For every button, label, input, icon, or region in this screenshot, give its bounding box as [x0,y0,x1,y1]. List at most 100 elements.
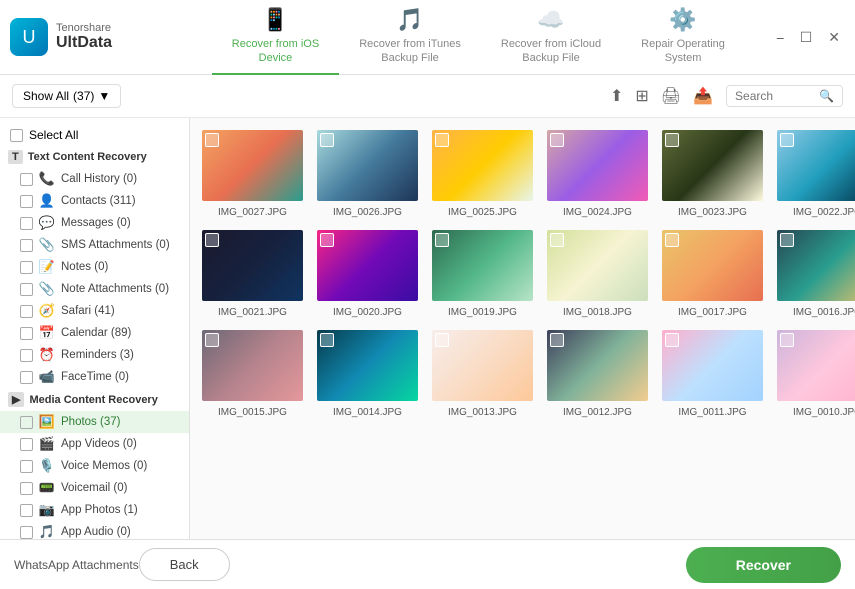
photo-item[interactable]: IMG_0023.JPG [660,128,765,218]
photo-item[interactable]: IMG_0025.JPG [430,128,535,218]
photo-checkbox[interactable] [780,233,794,247]
photo-checkbox[interactable] [550,133,564,147]
photo-checkbox[interactable] [320,133,334,147]
facetime-icon: 📹 [39,369,55,385]
sidebar-item-voice-memos[interactable]: 🎙️ Voice Memos (0) [0,455,189,477]
voicemail-icon: 📟 [39,480,55,496]
search-input[interactable] [735,89,815,103]
tab-recover-ios[interactable]: 📱 Recover from iOSDevice [212,0,339,75]
photo-item[interactable]: IMG_0024.JPG [545,128,650,218]
maximize-button[interactable]: ☐ [795,27,818,48]
photo-item[interactable]: IMG_0016.JPG [775,228,855,318]
item-check-contacts[interactable] [20,195,33,208]
sidebar-item-sms-attachments[interactable]: 📎 SMS Attachments (0) [0,234,189,256]
sidebar-item-facetime[interactable]: 📹 FaceTime (0) [0,366,189,388]
photo-checkbox[interactable] [435,333,449,347]
photo-item[interactable]: IMG_0020.JPG [315,228,420,318]
item-check-call[interactable] [20,173,33,186]
photo-label: IMG_0012.JPG [563,407,632,418]
photo-item[interactable]: IMG_0014.JPG [315,328,420,418]
item-check-voicemail[interactable] [20,482,33,495]
item-label-reminders: Reminders (3) [61,349,179,361]
item-label-photos: Photos (37) [61,416,179,428]
photo-checkbox[interactable] [665,133,679,147]
photo-item[interactable]: IMG_0017.JPG [660,228,765,318]
sidebar-item-app-audio[interactable]: 🎵 App Audio (0) [0,521,189,539]
show-all-button[interactable]: Show All (37) ▼ [12,84,121,108]
sidebar-item-voicemail[interactable]: 📟 Voicemail (0) [0,477,189,499]
item-check-sms[interactable] [20,239,33,252]
sidebar-item-app-videos[interactable]: 🎬 App Videos (0) [0,433,189,455]
item-check-facetime[interactable] [20,371,33,384]
photo-item[interactable]: IMG_0021.JPG [200,228,305,318]
item-check-app-photos[interactable] [20,504,33,517]
item-check-reminders[interactable] [20,349,33,362]
item-check-safari[interactable] [20,305,33,318]
recover-button[interactable]: Recover [686,547,841,583]
minimize-button[interactable]: ⎯ [772,27,789,48]
photo-checkbox[interactable] [665,233,679,247]
photo-checkbox[interactable] [550,233,564,247]
item-check-notes[interactable] [20,261,33,274]
sidebar-item-messages[interactable]: 💬 Messages (0) [0,212,189,234]
photo-thumbnail [315,128,420,203]
item-check-messages[interactable] [20,217,33,230]
photo-item[interactable]: IMG_0010.JPG [775,328,855,418]
print-button[interactable]: 🖨 [658,83,684,109]
item-check-app-audio[interactable] [20,526,33,539]
sidebar-item-reminders[interactable]: ⏰ Reminders (3) [0,344,189,366]
photo-item[interactable]: IMG_0013.JPG [430,328,535,418]
item-check-app-videos[interactable] [20,438,33,451]
tab-recover-icloud[interactable]: ☁️ Recover from iCloudBackup File [481,0,621,75]
tab-recover-itunes[interactable]: 🎵 Recover from iTunesBackup File [339,0,481,75]
photo-checkbox[interactable] [550,333,564,347]
photo-label: IMG_0015.JPG [218,407,287,418]
sidebar-item-call-history[interactable]: 📞 Call History (0) [0,168,189,190]
select-all-checkbox[interactable] [10,129,23,142]
grid-view-button[interactable]: ⊞ [632,83,651,109]
sidebar-item-photos[interactable]: 🖼️ Photos (37) [0,411,189,433]
tab-repair[interactable]: ⚙️ Repair OperatingSystem [621,0,745,75]
sidebar-item-contacts[interactable]: 👤 Contacts (311) [0,190,189,212]
select-all-row[interactable]: Select All [0,124,189,146]
photo-item[interactable]: IMG_0018.JPG [545,228,650,318]
item-check-photos[interactable] [20,416,33,429]
photo-checkbox[interactable] [665,333,679,347]
photo-item[interactable]: IMG_0012.JPG [545,328,650,418]
photo-item[interactable]: IMG_0022.JPG [775,128,855,218]
photo-item[interactable]: IMG_0011.JPG [660,328,765,418]
back-button[interactable]: Back [139,548,230,581]
photo-checkbox[interactable] [205,333,219,347]
item-check-voice[interactable] [20,460,33,473]
item-check-calendar[interactable] [20,327,33,340]
sms-icon: 📎 [39,237,55,253]
photo-checkbox[interactable] [205,233,219,247]
sidebar-item-notes[interactable]: 📝 Notes (0) [0,256,189,278]
item-check-note-att[interactable] [20,283,33,296]
sidebar-item-app-photos[interactable]: 📷 App Photos (1) [0,499,189,521]
photo-checkbox[interactable] [780,133,794,147]
sidebar-item-safari[interactable]: 🧭 Safari (41) [0,300,189,322]
photo-checkbox[interactable] [205,133,219,147]
voice-icon: 🎙️ [39,458,55,474]
close-button[interactable]: ✕ [823,27,845,48]
photo-thumbnail [775,128,855,203]
item-label-messages: Messages (0) [61,217,179,229]
photo-item[interactable]: IMG_0026.JPG [315,128,420,218]
upload-icon-button[interactable]: ⬆ [607,83,626,109]
sidebar-item-note-attachments[interactable]: 📎 Note Attachments (0) [0,278,189,300]
photo-thumbnail [430,128,535,203]
photo-checkbox[interactable] [320,333,334,347]
photo-item[interactable]: IMG_0019.JPG [430,228,535,318]
export-button[interactable]: 📤 [690,83,716,109]
photo-thumbnail [200,328,305,403]
photo-checkbox[interactable] [435,133,449,147]
photo-checkbox[interactable] [320,233,334,247]
photo-item[interactable]: IMG_0015.JPG [200,328,305,418]
sidebar-item-calendar[interactable]: 📅 Calendar (89) [0,322,189,344]
photo-checkbox[interactable] [435,233,449,247]
search-box[interactable]: 🔍 [726,85,843,107]
item-label-voice: Voice Memos (0) [61,460,179,472]
photo-checkbox[interactable] [780,333,794,347]
photo-item[interactable]: IMG_0027.JPG [200,128,305,218]
